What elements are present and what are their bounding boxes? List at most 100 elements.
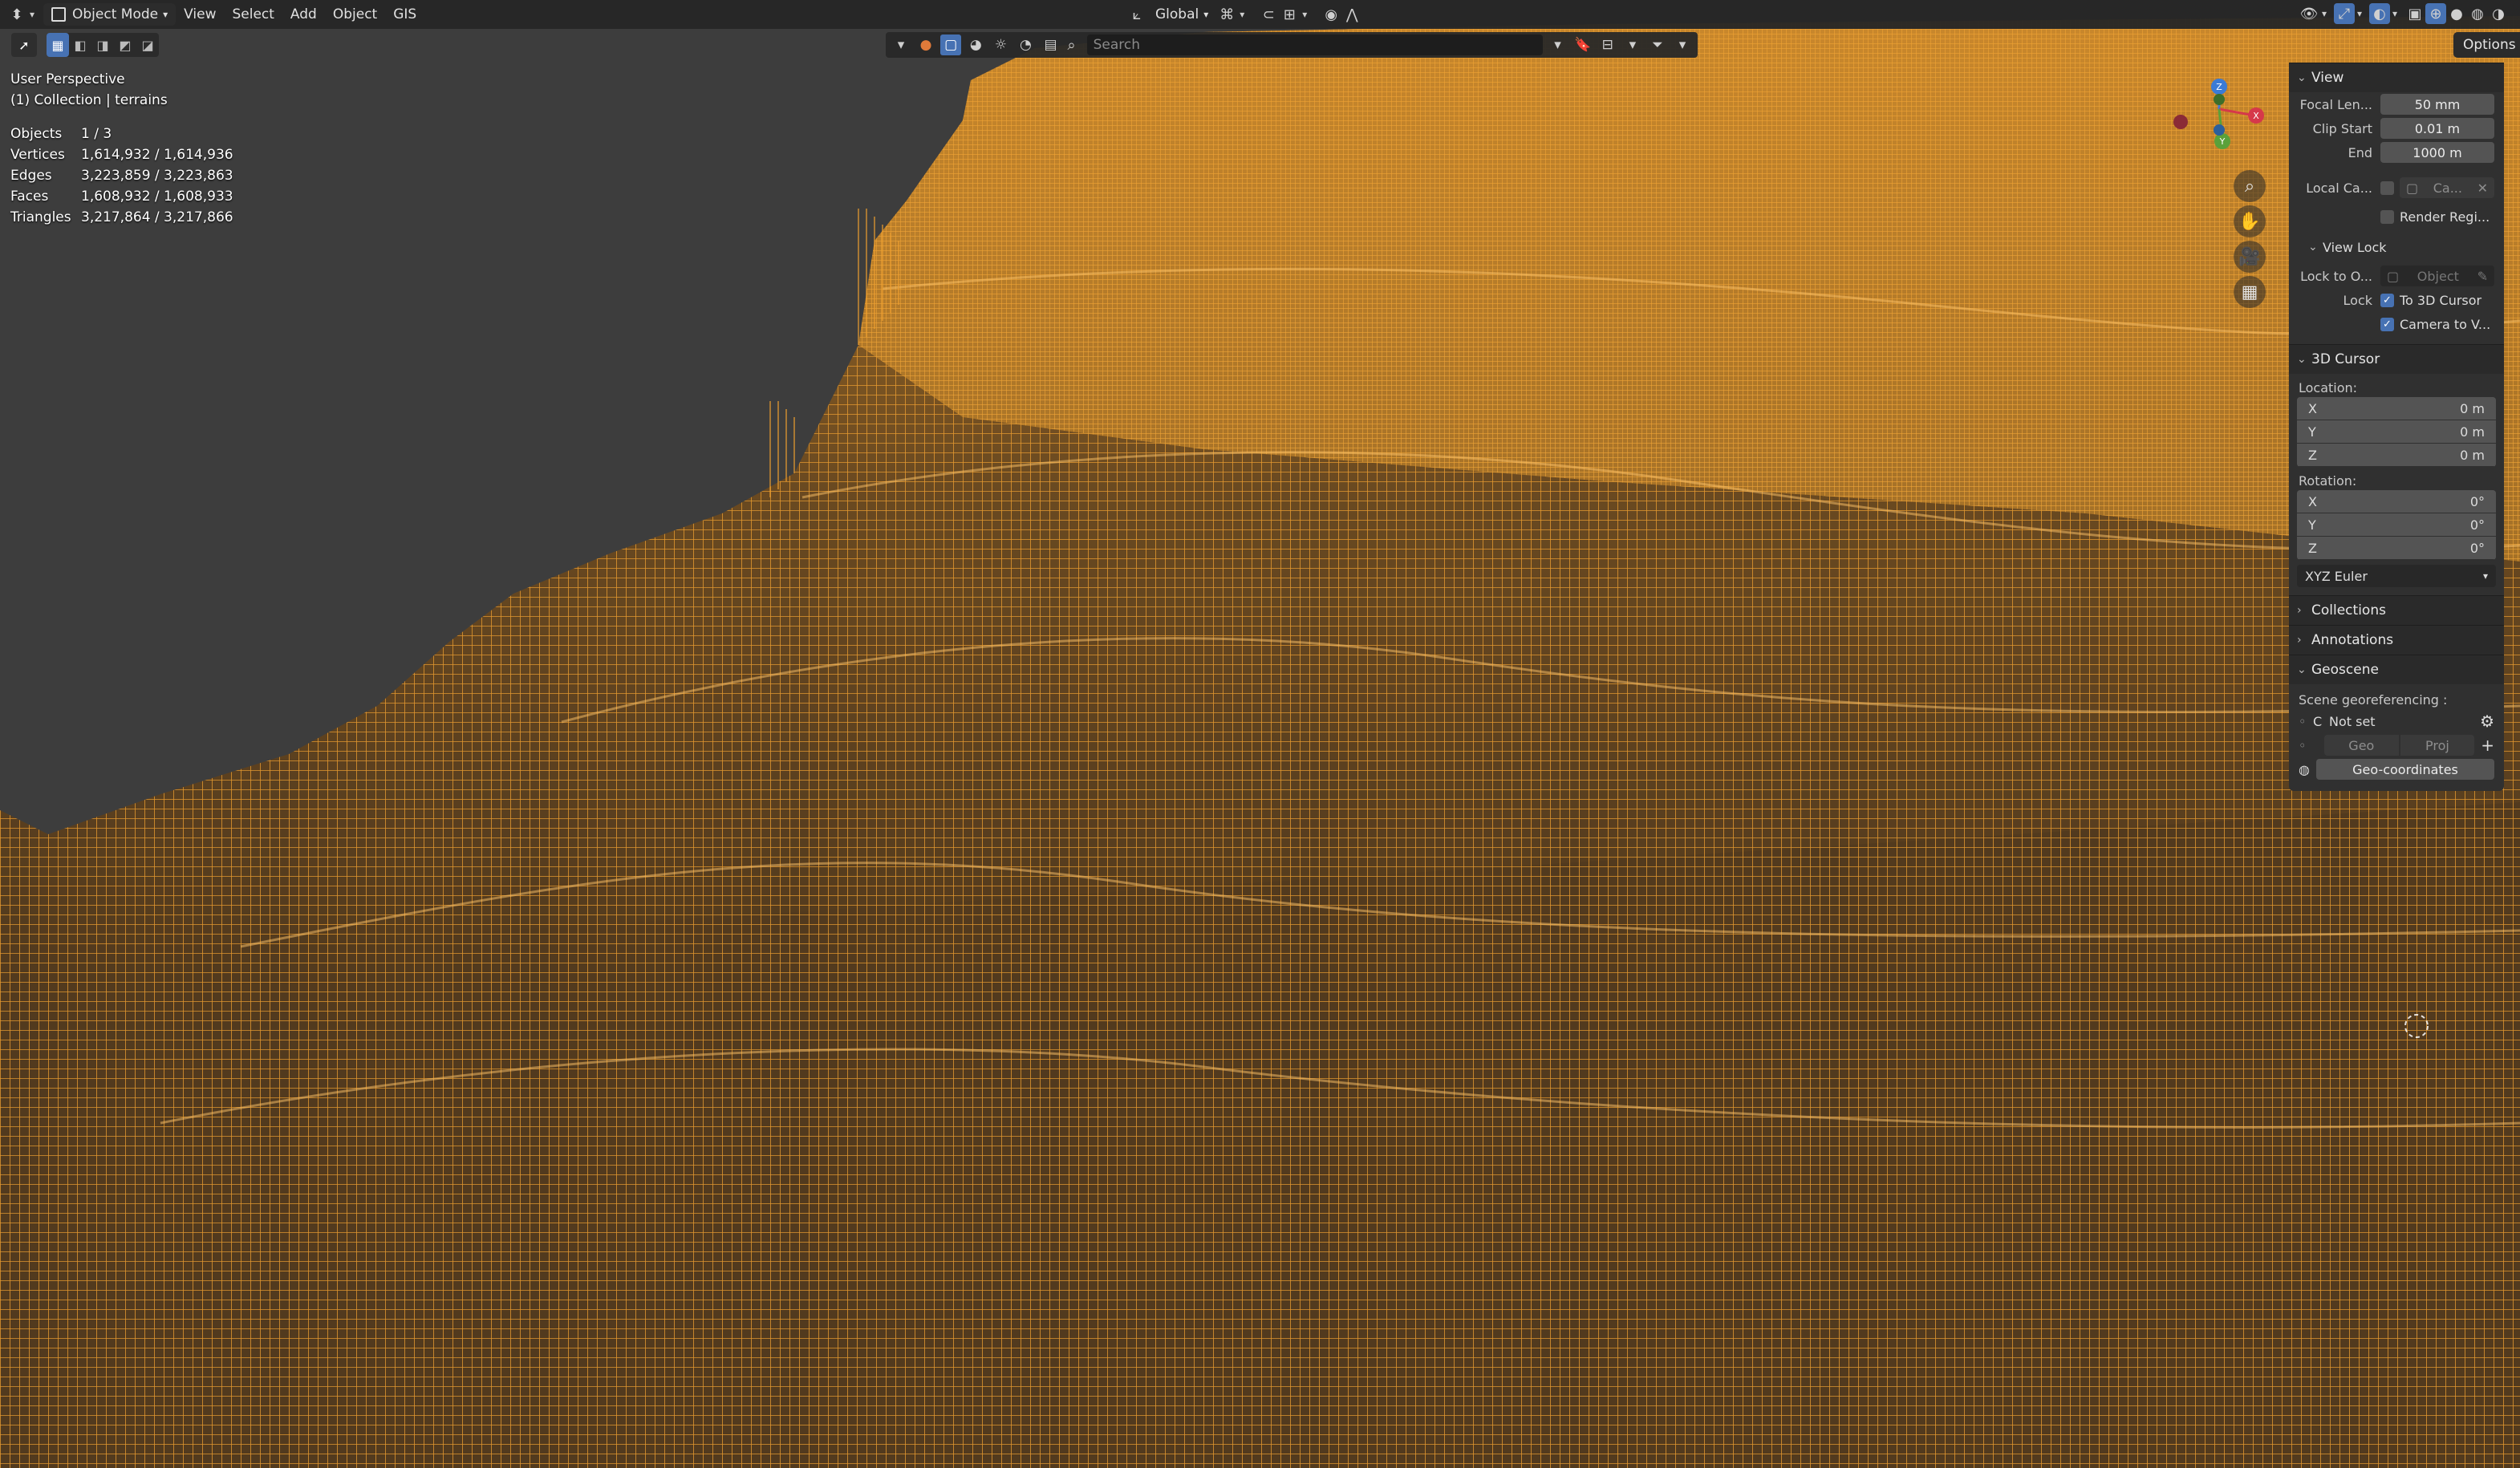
world-icon[interactable]: ◔ (1015, 34, 1036, 55)
geo-button[interactable]: Geo (2324, 735, 2399, 756)
neg-x-axis-handle[interactable] (2173, 115, 2188, 129)
select-new-icon[interactable]: ▦ (47, 33, 69, 57)
mode-dropdown[interactable]: Object Mode ▾ (43, 3, 177, 26)
falloff-icon[interactable]: ⋀ (1341, 4, 1362, 25)
menu-gis[interactable]: GIS (385, 3, 424, 26)
perspective-toggle-icon[interactable]: ▦ (2234, 276, 2266, 308)
select-subtract-icon[interactable]: ◨ (91, 33, 114, 57)
lock-to-cursor-checkbox[interactable]: ✓ (2380, 293, 2394, 307)
panel-annotations-header[interactable]: › Annotations (2289, 625, 2504, 655)
clip-start-label: Clip Start (2312, 120, 2372, 136)
visibility-icon[interactable]: 👁 (2299, 3, 2319, 24)
color-picker-icon[interactable]: ● (915, 34, 936, 55)
chevron-down-icon[interactable]: ▾ (2390, 3, 2400, 24)
chevron-down-icon[interactable]: ▾ (1548, 34, 1568, 55)
menu-add[interactable]: Add (282, 3, 325, 26)
location-x-field[interactable]: X 0 m (2297, 397, 2496, 420)
clip-start-field[interactable]: 0.01 m (2380, 118, 2494, 139)
editor-type-icon[interactable]: ⬍ (6, 4, 27, 25)
local-camera-field[interactable]: ▢ Ca... ✕ (2400, 177, 2494, 198)
pan-hand-icon[interactable]: ✋ (2234, 205, 2266, 237)
stat-value: 1,614,932 / 1,614,936 (81, 147, 233, 163)
chevron-down-icon: ▾ (2482, 570, 2488, 582)
rotation-y-field[interactable]: Y 0° (2297, 513, 2496, 537)
plus-icon[interactable]: + (2481, 736, 2494, 755)
lock-to-object-field[interactable]: ▢ Object ✎ (2380, 266, 2494, 286)
object-type-icon[interactable]: ▢ (940, 34, 962, 55)
focal-length-field[interactable]: 50 mm (2380, 94, 2494, 115)
close-icon[interactable]: ✕ (2477, 180, 2488, 196)
clip-start-row: Clip Start 0.01 m (2289, 116, 2504, 140)
proportional-edit-icon[interactable]: ◉ (1321, 4, 1341, 25)
axis-value: 0° (2469, 493, 2485, 509)
camera-view-icon[interactable]: 🎥 (2234, 241, 2266, 273)
menu-view[interactable]: View (176, 3, 224, 26)
select-extend-icon[interactable]: ◧ (69, 33, 91, 57)
view-lock-subheader[interactable]: ⌄ View Lock (2289, 235, 2504, 259)
panel-3d-cursor-header[interactable]: ⌄ 3D Cursor (2289, 344, 2504, 374)
wireframe-shading-icon[interactable]: ⊕ (2425, 3, 2446, 24)
chevron-down-icon[interactable]: ▾ (1672, 34, 1693, 55)
camera-to-view-checkbox[interactable]: ✓ (2380, 317, 2394, 331)
panel-geoscene-header[interactable]: ⌄ Geoscene (2289, 655, 2504, 684)
clip-end-field[interactable]: 1000 m (2380, 142, 2494, 163)
chevron-down-icon[interactable]: ▾ (1237, 4, 1247, 25)
chevron-down-icon[interactable]: ▾ (2319, 3, 2329, 24)
3d-viewport[interactable]: ⬍ ▾ Object Mode ▾ View Select Add Object… (0, 0, 2520, 1468)
select-intersect-icon[interactable]: ◪ (136, 33, 159, 57)
overlay-toggle-icon[interactable]: ◐ (2369, 3, 2390, 24)
select-invert-icon[interactable]: ◩ (114, 33, 136, 57)
neg-z-axis-handle[interactable] (2214, 124, 2225, 136)
proj-button[interactable]: Proj (2400, 735, 2475, 756)
menu-select[interactable]: Select (224, 3, 282, 26)
gear-icon[interactable]: ⚙ (2480, 712, 2494, 731)
navigation-gizmo[interactable]: Z X Y (2158, 77, 2270, 165)
render-region-checkbox[interactable] (2380, 209, 2394, 224)
chevron-down-icon[interactable]: ▾ (1300, 4, 1309, 25)
rotation-mode-value: XYZ Euler (2305, 568, 2368, 584)
neg-y-axis-handle[interactable] (2214, 94, 2225, 105)
chevron-down-icon[interactable]: ▾ (1622, 34, 1643, 55)
eyedropper-icon[interactable]: ✎ (2477, 269, 2488, 284)
snap-icon[interactable]: ⊂ (1258, 4, 1279, 25)
chevron-down-icon[interactable]: ▾ (891, 34, 911, 55)
zoom-icon[interactable]: ⌕ (2234, 170, 2266, 202)
options-button[interactable]: Options (2453, 32, 2520, 58)
rotation-mode-dropdown[interactable]: XYZ Euler ▾ (2297, 565, 2496, 587)
location-y-field[interactable]: Y 0 m (2297, 420, 2496, 444)
render-region-row: Render Regi... (2289, 205, 2504, 229)
light-icon[interactable]: ☼ (990, 34, 1011, 55)
sphere-icon[interactable]: ◕ (965, 34, 986, 55)
radio-icon[interactable]: ◦ (2299, 714, 2313, 729)
filter-icon[interactable]: ⏷ (1647, 34, 1668, 55)
panel-view-header[interactable]: ⌄ View (2289, 63, 2504, 92)
panel-collections-header[interactable]: › Collections (2289, 595, 2504, 625)
location-z-field[interactable]: Z 0 m (2297, 444, 2496, 467)
stat-vertices: Vertices 1,614,932 / 1,614,936 (10, 144, 233, 165)
rotation-z-field[interactable]: Z 0° (2297, 537, 2496, 560)
gizmo-toggle-icon[interactable]: ⤢ (2334, 3, 2355, 24)
solid-shading-icon[interactable]: ● (2446, 3, 2467, 24)
chevron-down-icon[interactable]: ▾ (27, 4, 37, 25)
search-input[interactable]: Search (1086, 34, 1543, 55)
terrain-wireframe-mesh[interactable] (0, 0, 2520, 1468)
material-shading-icon[interactable]: ◍ (2467, 3, 2488, 24)
transform-orientation-dropdown[interactable]: Global ▾ (1147, 3, 1216, 26)
image-icon[interactable]: ▤ (1041, 34, 1061, 55)
rotation-x-field[interactable]: X 0° (2297, 490, 2496, 513)
geo-coordinates-button[interactable]: Geo-coordinates (2316, 759, 2494, 780)
display-mode-icon[interactable]: ⊟ (1597, 34, 1618, 55)
stat-triangles: Triangles 3,217,864 / 3,217,866 (10, 207, 233, 228)
bookmark-icon[interactable]: 🔖 (1572, 34, 1593, 55)
lock-to-cursor-label: To 3D Cursor (2400, 292, 2482, 308)
menu-object[interactable]: Object (325, 3, 385, 26)
rendered-shading-icon[interactable]: ◑ (2488, 3, 2509, 24)
pivot-point-icon[interactable]: ⌘ (1216, 4, 1237, 25)
select-tool-button[interactable]: ➚ (11, 33, 37, 57)
radio-icon[interactable]: ◦ (2299, 738, 2313, 753)
xray-toggle-icon[interactable]: ▣ (2404, 3, 2425, 24)
chevron-down-icon[interactable]: ▾ (2355, 3, 2364, 24)
snap-target-icon[interactable]: ⊞ (1279, 4, 1300, 25)
chevron-down-icon: ▾ (1203, 9, 1209, 20)
local-camera-checkbox[interactable] (2380, 180, 2394, 195)
